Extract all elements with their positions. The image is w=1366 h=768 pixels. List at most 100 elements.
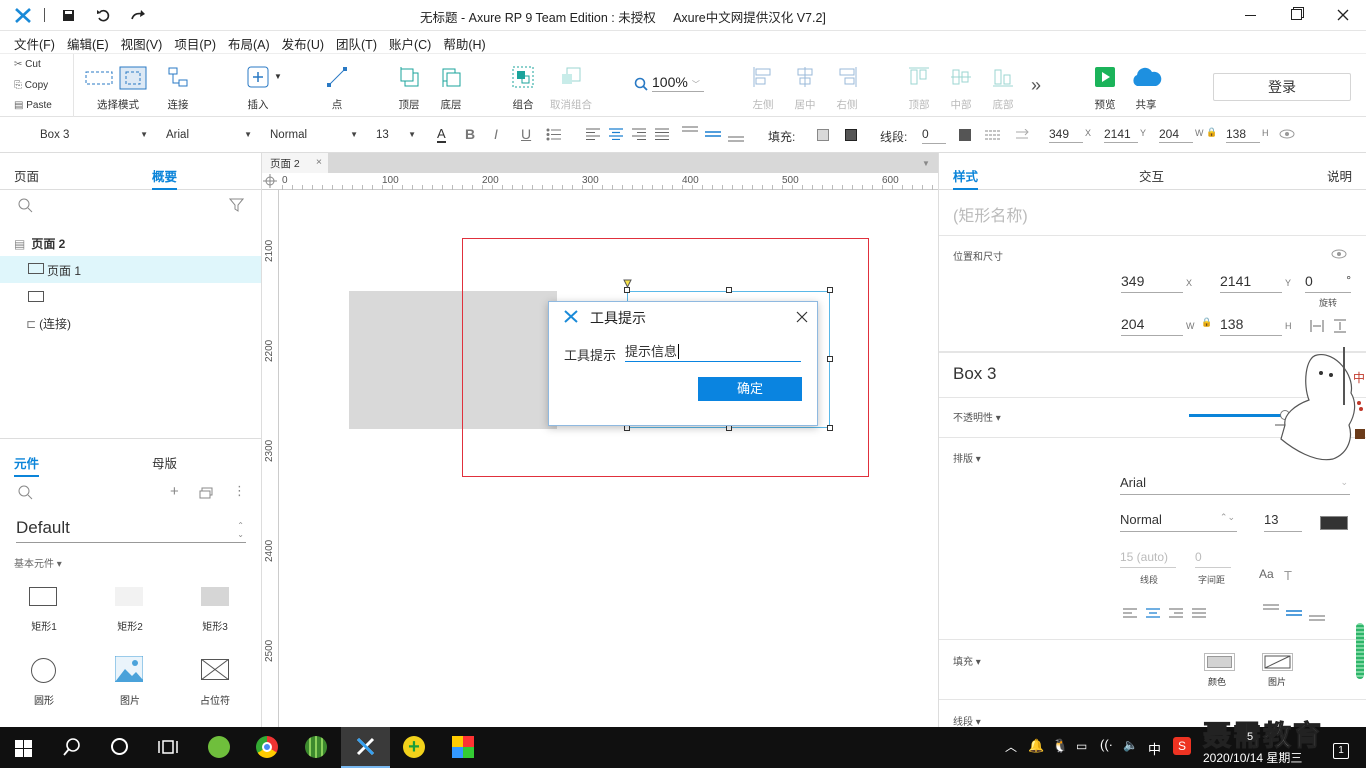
widget-placeholder-icon[interactable] (201, 659, 229, 680)
library-select[interactable]: Default ⌃ ⌄ (16, 518, 246, 543)
ok-button[interactable]: 确定 (698, 377, 802, 401)
valign-middle-icon[interactable] (1286, 610, 1302, 617)
font-color-swatch[interactable] (1320, 516, 1348, 530)
rotation-input[interactable]: 0 ° (1305, 273, 1351, 293)
tab-libraries[interactable]: 元件 (14, 453, 40, 477)
send-to-back-button[interactable]: 底层 (421, 54, 481, 118)
undo-icon[interactable] (96, 8, 111, 23)
y-input[interactable]: 2141 (1104, 125, 1138, 143)
app-browser-green-icon[interactable] (208, 736, 230, 758)
text-justify-icon[interactable] (655, 128, 670, 140)
chrome-icon[interactable] (256, 736, 278, 758)
font-family-select[interactable]: Arial ▼ (160, 125, 256, 145)
tooltip-text-input[interactable]: 提示信息 (625, 342, 801, 362)
font-family-select[interactable]: Arial ⌄ (1120, 475, 1350, 495)
page-tab[interactable]: 页面 2 × (262, 153, 328, 173)
wifi-icon[interactable]: ((· (1100, 737, 1113, 752)
valign-middle-icon[interactable] (705, 131, 721, 139)
redo-icon[interactable] (130, 9, 146, 22)
design-canvas[interactable]: 工具提示 工具提示 提示信息 确定 (279, 190, 938, 727)
eye-icon[interactable] (1331, 249, 1347, 259)
italic-icon[interactable]: I (494, 126, 498, 142)
resize-handle[interactable] (827, 287, 833, 293)
text-align-right-icon[interactable] (1169, 608, 1184, 619)
align-right-button[interactable]: 右侧 (817, 54, 877, 118)
widget-rect3-icon[interactable] (201, 587, 229, 606)
more-options-icon[interactable]: ⋮ (233, 483, 246, 499)
connect-button[interactable]: 连接 (148, 54, 208, 118)
outline-page[interactable]: ▤ 页面 2 (14, 235, 65, 252)
cortana-icon[interactable] (111, 738, 128, 755)
text-justify-icon[interactable] (1192, 608, 1207, 619)
axure-taskbar-button[interactable] (341, 727, 390, 768)
widget-rect1-icon[interactable] (29, 587, 57, 606)
line-color-swatch[interactable] (959, 129, 971, 141)
fit-width-icon[interactable] (1310, 319, 1324, 333)
arrow-style-icon[interactable] (1014, 129, 1030, 141)
line-heading[interactable]: 线段 ▾ (953, 713, 981, 727)
windows-start-icon[interactable] (15, 740, 32, 757)
zoom-select[interactable]: 100% ﹀ (652, 74, 704, 92)
text-align-right-icon[interactable] (632, 128, 647, 140)
more-tools-icon[interactable]: » (1031, 75, 1041, 96)
select-mode-button[interactable]: 选择模式 (85, 54, 148, 118)
valign-bottom-icon[interactable] (1309, 615, 1325, 622)
login-button[interactable]: 登录 (1213, 73, 1351, 101)
tab-dropdown-icon[interactable]: ▼ (922, 159, 930, 168)
text-shadow-icon[interactable]: T (1284, 568, 1292, 583)
search-icon[interactable] (63, 738, 81, 756)
text-align-left-icon[interactable] (1123, 608, 1138, 619)
ime-indicator[interactable]: 中 (1148, 739, 1161, 758)
outline-item-rectangle[interactable] (28, 291, 44, 302)
w-input[interactable]: 204 (1159, 125, 1193, 143)
widget-image-icon[interactable] (115, 656, 143, 682)
pos-y-input[interactable]: 2141 (1220, 273, 1282, 293)
widget-rect2-icon[interactable] (115, 587, 143, 606)
widget-category[interactable]: 基本元件 ▾ (14, 555, 62, 570)
task-view-icon[interactable] (158, 738, 178, 756)
filter-icon[interactable] (229, 198, 244, 212)
point-button[interactable]: 点 (307, 54, 367, 118)
app-colorful-icon[interactable] (452, 736, 474, 758)
font-size-select[interactable]: 13 ▼ (370, 125, 420, 145)
tab-outline[interactable]: 概要 (152, 166, 178, 190)
h-input[interactable]: 138 (1226, 125, 1260, 143)
typography-heading[interactable]: 排版 ▾ (953, 450, 981, 465)
tab-pages[interactable]: 页面 (14, 166, 39, 185)
font-style-select[interactable]: Normal ⌃⌄ (1120, 512, 1237, 532)
close-icon[interactable] (1337, 9, 1349, 21)
rotate-handle-icon[interactable] (623, 279, 632, 288)
pos-x-input[interactable]: 349 (1121, 273, 1183, 293)
paste-button[interactable]: ▤ Paste (14, 100, 52, 111)
tray-chevron-icon[interactable]: ︿ (1005, 738, 1017, 755)
add-library-icon[interactable]: + (170, 483, 179, 500)
text-align-center-icon[interactable] (1146, 608, 1161, 619)
tab-masters[interactable]: 母版 (152, 453, 177, 472)
shadow-swatch[interactable] (845, 129, 857, 141)
resize-handle[interactable] (726, 287, 732, 293)
shape-name-input[interactable]: (矩形名称) (953, 202, 1028, 226)
line-spacing-input[interactable]: 15 (auto) (1120, 550, 1176, 568)
share-button[interactable]: 共享 (1116, 54, 1176, 118)
tab-interactions[interactable]: 交互 (1139, 166, 1164, 185)
app-watermelon-icon[interactable] (305, 736, 327, 758)
valign-top-icon[interactable] (1263, 604, 1279, 611)
font-size-input[interactable]: 13 (1264, 512, 1302, 532)
tray-notification-bell-icon[interactable]: 🔔 (1028, 738, 1044, 754)
bold-icon[interactable]: B (465, 126, 475, 142)
scrollbar-thumb[interactable] (1356, 623, 1364, 679)
widget-circle-icon[interactable] (31, 658, 56, 683)
dialog-close-icon[interactable] (796, 311, 808, 323)
bullet-list-icon[interactable] (546, 128, 562, 141)
size-w-input[interactable]: 204 (1121, 316, 1183, 336)
qq-icon[interactable]: 🐧 (1052, 738, 1068, 754)
lock-ratio-icon[interactable]: 🔒 (1201, 317, 1212, 328)
ungroup-button[interactable]: 取消组合 (541, 54, 601, 118)
cut-button[interactable]: ✂ Cut (14, 59, 41, 70)
underline-icon[interactable]: U (521, 126, 531, 142)
volume-icon[interactable]: 🔈 (1123, 738, 1138, 752)
opacity-heading[interactable]: 不透明性 ▾ (953, 409, 1001, 424)
fit-height-icon[interactable] (1333, 319, 1347, 333)
close-tab-icon[interactable]: × (316, 156, 322, 168)
text-align-left-icon[interactable] (586, 128, 601, 140)
